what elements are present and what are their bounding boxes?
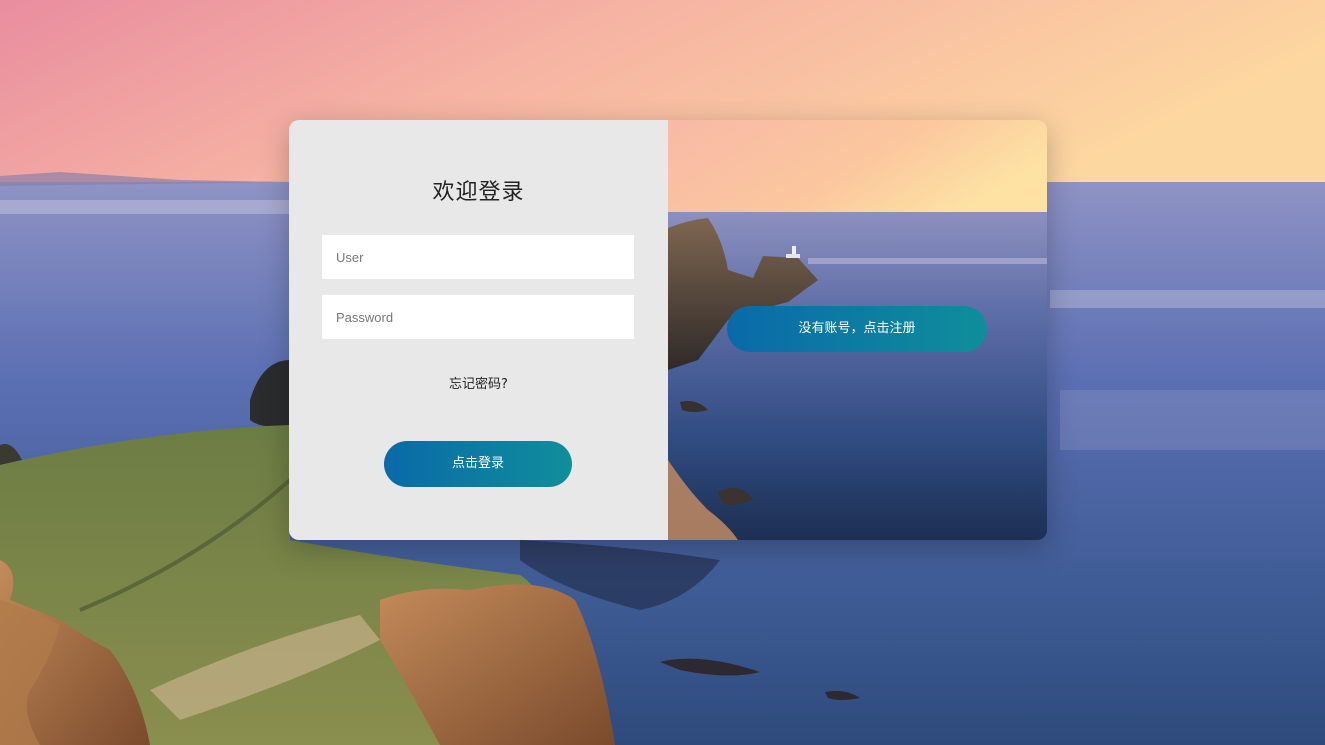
register-panel: 没有账号，点击注册 [668,120,1047,540]
register-button[interactable]: 没有账号，点击注册 [727,306,987,352]
forgot-password-link[interactable]: 忘记密码? [289,373,668,392]
login-title: 欢迎登录 [432,180,525,205]
user-input[interactable] [322,235,634,279]
login-card: 欢迎登录 忘记密码? 点击登录 [289,120,1047,540]
login-panel: 欢迎登录 忘记密码? 点击登录 [289,120,668,540]
password-input[interactable] [322,295,634,339]
login-button[interactable]: 点击登录 [384,441,572,487]
